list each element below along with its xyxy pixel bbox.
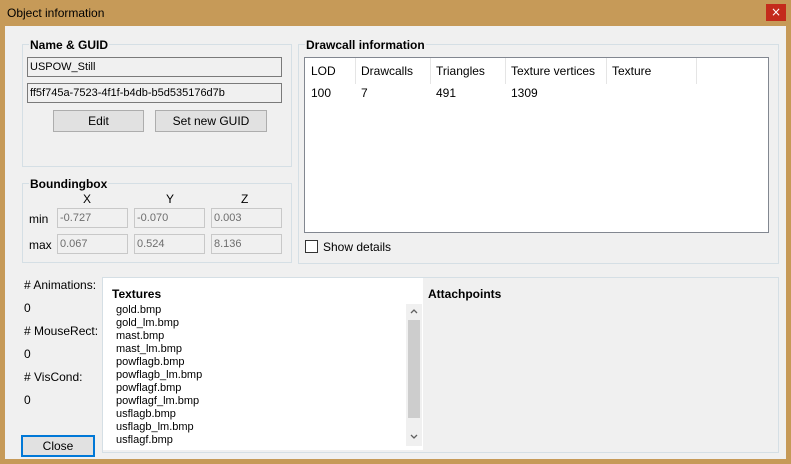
boundingbox-title: Boundingbox: [29, 177, 109, 191]
row-texture-vertices-cell[interactable]: 1309: [506, 86, 538, 100]
max-y-field[interactable]: 0.524: [134, 234, 205, 254]
textures-title: Textures: [112, 287, 162, 301]
triangles-column-header[interactable]: Triangles: [431, 58, 506, 84]
object-information-dialog: Object information × Name & GUID USPOW_S…: [0, 0, 791, 464]
x-column-header: X: [83, 192, 92, 206]
list-item[interactable]: powflagf_lm.bmp: [116, 395, 199, 408]
row-drawcalls-cell[interactable]: 7: [356, 86, 368, 100]
lod-column-header[interactable]: LOD: [306, 58, 356, 84]
close-icon[interactable]: ×: [766, 4, 786, 21]
guid-field[interactable]: ff5f745a-7523-4f1f-b4db-b5d535176d7b: [27, 83, 282, 103]
attachpoints-title: Attachpoints: [428, 287, 502, 301]
list-item[interactable]: mast_lm.bmp: [116, 343, 182, 356]
title-bar[interactable]: Object information ×: [0, 0, 791, 26]
scroll-down-icon[interactable]: [406, 430, 422, 444]
viscond-value: 0: [24, 393, 31, 407]
list-item[interactable]: usflagb_lm.bmp: [116, 421, 194, 434]
row-lod-cell[interactable]: 100: [306, 86, 331, 100]
show-details-label[interactable]: Show details: [323, 240, 391, 254]
mouserect-value: 0: [24, 347, 31, 361]
list-item[interactable]: usflagf.bmp: [116, 434, 173, 447]
mouserect-label: # MouseRect:: [24, 324, 99, 338]
texture-vertices-column-header[interactable]: Texture vertices: [506, 58, 607, 84]
list-item[interactable]: powflagb_lm.bmp: [116, 369, 202, 382]
max-x-field[interactable]: 0.067: [57, 234, 128, 254]
min-row-label: min: [29, 212, 49, 226]
window-title: Object information: [7, 6, 105, 20]
textures-scrollbar[interactable]: [406, 304, 422, 446]
min-z-field[interactable]: 0.003: [211, 208, 282, 228]
drawcalls-column-header[interactable]: Drawcalls: [356, 58, 431, 84]
min-y-field[interactable]: -0.070: [134, 208, 205, 228]
texture-column-header[interactable]: Texture: [607, 58, 697, 84]
scroll-up-icon[interactable]: [406, 304, 422, 318]
row-triangles-cell[interactable]: 491: [431, 86, 456, 100]
scroll-thumb[interactable]: [408, 320, 420, 418]
name-guid-title: Name & GUID: [29, 38, 110, 52]
checkbox-icon[interactable]: [305, 240, 318, 253]
edit-button[interactable]: Edit: [53, 110, 144, 132]
y-column-header: Y: [166, 192, 175, 206]
list-item[interactable]: powflagf.bmp: [116, 382, 181, 395]
max-row-label: max: [29, 238, 52, 252]
max-z-field[interactable]: 8.136: [211, 234, 282, 254]
animations-label: # Animations:: [24, 278, 97, 292]
drawcall-title: Drawcall information: [305, 38, 426, 52]
close-button[interactable]: Close: [21, 435, 95, 457]
list-item[interactable]: powflagb.bmp: [116, 356, 185, 369]
viscond-label: # VisCond:: [24, 370, 83, 384]
list-item[interactable]: usflagb.bmp: [116, 408, 176, 421]
z-column-header: Z: [241, 192, 249, 206]
animations-value: 0: [24, 301, 31, 315]
list-item[interactable]: gold.bmp: [116, 304, 161, 317]
list-item[interactable]: gold_lm.bmp: [116, 317, 179, 330]
name-field[interactable]: USPOW_Still: [27, 57, 282, 77]
dialog-client-area: Name & GUID USPOW_Still ff5f745a-7523-4f…: [5, 26, 786, 459]
set-new-guid-button[interactable]: Set new GUID: [155, 110, 267, 132]
min-x-field[interactable]: -0.727: [57, 208, 128, 228]
drawcall-listview[interactable]: LOD Drawcalls Triangles Texture vertices…: [304, 57, 769, 233]
list-item[interactable]: mast.bmp: [116, 330, 164, 343]
